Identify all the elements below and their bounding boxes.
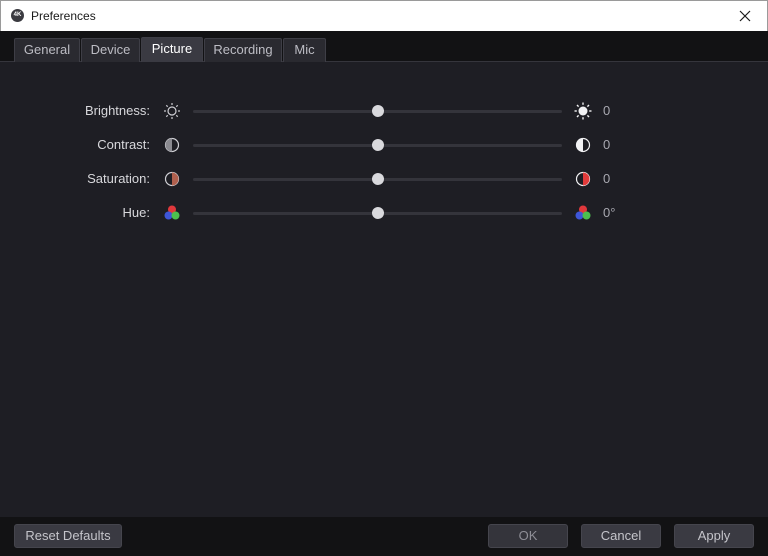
contrast-slider-thumb[interactable] — [371, 139, 384, 151]
tab-device[interactable]: Device — [81, 38, 140, 62]
saturation-label: Saturation: — [87, 171, 150, 186]
close-icon — [739, 10, 751, 22]
window-title: Preferences — [31, 9, 96, 23]
tab-mic[interactable]: Mic — [283, 38, 326, 62]
rgb-circles-icon — [575, 205, 591, 220]
contrast-value: 0 — [603, 137, 611, 152]
contrast-high-icon — [575, 137, 591, 153]
brightness-slider-thumb[interactable] — [371, 105, 384, 117]
tab-strip: General Device Picture Recording Mic — [0, 31, 768, 62]
apply-button[interactable]: Apply — [674, 524, 754, 548]
sun-filled-icon — [574, 102, 592, 120]
contrast-label: Contrast: — [97, 137, 150, 152]
contrast-low-icon — [164, 137, 180, 153]
saturation-low-icon — [164, 171, 180, 187]
brightness-value: 0 — [603, 103, 611, 118]
tab-recording[interactable]: Recording — [204, 38, 282, 62]
ok-button[interactable]: OK — [488, 524, 568, 548]
sun-outline-icon — [164, 103, 180, 119]
dialog-footer: Reset Defaults OK Cancel Apply — [0, 517, 768, 556]
reset-defaults-button[interactable]: Reset Defaults — [14, 524, 122, 548]
saturation-slider-thumb[interactable] — [371, 173, 384, 185]
hue-value: 0° — [603, 205, 616, 220]
app-logo-icon: 4K — [11, 9, 24, 22]
cancel-button[interactable]: Cancel — [581, 524, 661, 548]
rgb-circles-icon — [164, 205, 180, 220]
tab-general[interactable]: General — [14, 38, 80, 62]
brightness-row: Brightness: 0 — [0, 101, 768, 121]
title-bar: 4K Preferences — [0, 0, 768, 31]
tab-picture[interactable]: Picture — [141, 37, 203, 62]
brightness-label: Brightness: — [84, 103, 150, 118]
contrast-row: Contrast: 0 — [0, 135, 768, 155]
saturation-value: 0 — [603, 171, 611, 186]
hue-slider-thumb[interactable] — [371, 207, 384, 219]
saturation-row: Saturation: 0 — [0, 169, 768, 189]
close-button[interactable] — [723, 1, 767, 31]
hue-row: Hue: 0° — [0, 203, 768, 223]
hue-label: Hue: — [122, 205, 150, 220]
saturation-high-icon — [575, 171, 591, 187]
picture-settings-panel: Brightness: 0 Contrast: 0 Saturation: 0 … — [0, 62, 768, 517]
